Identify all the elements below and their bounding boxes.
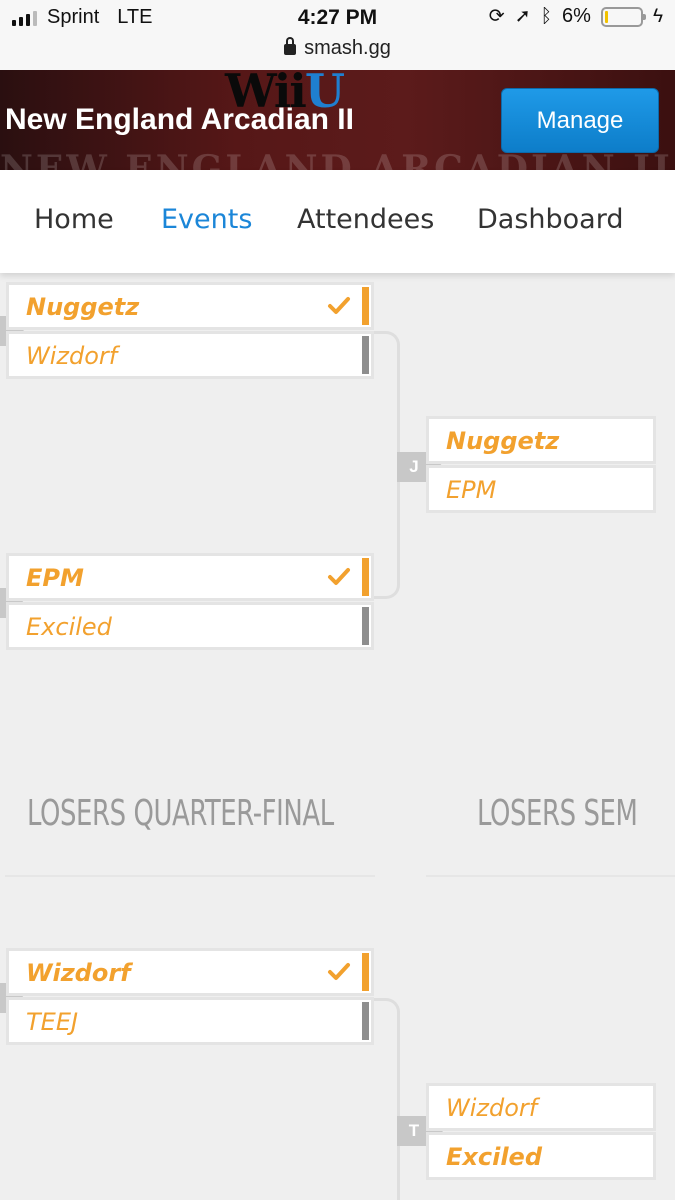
match-slot[interactable]: Nuggetz (426, 416, 656, 464)
bluetooth-icon: ᛒ (540, 5, 553, 27)
checkmark-icon (328, 297, 350, 314)
bracket-match[interactable]: EPM Exciled (6, 553, 374, 653)
bracket-match[interactable]: Wizdorf Exciled (426, 1083, 656, 1183)
charging-icon: ϟ (652, 5, 663, 27)
match-slot[interactable]: TEEJ (6, 997, 374, 1045)
lock-icon (284, 37, 297, 55)
checkmark-icon (328, 568, 350, 585)
checkmark-icon (328, 963, 350, 980)
battery-fill (604, 10, 608, 23)
round-header: LOSERS SEM (477, 793, 638, 834)
match-slot[interactable]: Nuggetz (6, 282, 374, 330)
round-divider (5, 875, 375, 877)
tab-attendees[interactable]: Attendees (297, 204, 434, 235)
match-slot[interactable]: Wizdorf (426, 1083, 656, 1131)
bracket-connector (372, 998, 400, 1200)
battery-icon (600, 6, 646, 27)
player-name: Wizdorf (26, 959, 131, 987)
score-bar (362, 558, 369, 596)
url-text: smash.gg (304, 37, 391, 59)
bracket-connector (372, 331, 400, 599)
bracket-view[interactable]: Nuggetz Wizdorf EPM Exciled J Nuggetz EP… (0, 273, 675, 1200)
manage-button[interactable]: Manage (501, 88, 659, 153)
match-slot[interactable]: EPM (6, 553, 374, 601)
bracket-match[interactable]: Wizdorf TEEJ (6, 948, 374, 1048)
player-name: Wizdorf (446, 1094, 538, 1122)
player-name: Wizdorf (26, 342, 118, 370)
player-name: Exciled (446, 1143, 543, 1171)
player-name: Exciled (26, 613, 112, 641)
player-name: Nuggetz (446, 427, 560, 455)
round-divider (426, 875, 675, 877)
status-right: ⟳ ➚ ᛒ 6% ϟ (489, 5, 663, 28)
location-icon: ➚ (514, 6, 531, 27)
match-slot[interactable]: Wizdorf (6, 948, 374, 996)
match-slot[interactable]: Exciled (6, 602, 374, 650)
url-bar[interactable]: smash.gg (0, 37, 675, 60)
score-bar (362, 607, 369, 645)
player-name: TEEJ (26, 1008, 79, 1036)
bracket-match[interactable]: Nuggetz EPM (426, 416, 656, 516)
bracket-match[interactable]: Nuggetz Wizdorf (6, 282, 374, 382)
score-bar (362, 336, 369, 374)
player-name: EPM (446, 476, 497, 504)
match-slot[interactable]: EPM (426, 465, 656, 513)
battery-percent: 6% (562, 5, 591, 27)
event-banner: WiiU NEW ENGLAND ARCADIAN II New England… (0, 70, 675, 170)
tab-events[interactable]: Events (161, 204, 252, 235)
score-bar (362, 1002, 369, 1040)
match-slot[interactable]: Wizdorf (6, 331, 374, 379)
event-nav: Home Events Attendees Dashboard (0, 170, 675, 273)
tab-dashboard[interactable]: Dashboard (477, 204, 623, 235)
round-header: LOSERS QUARTER-FINAL (27, 793, 334, 834)
tournament-title: New England Arcadian II (5, 103, 354, 136)
status-bar: Sprint LTE 4:27 PM smash.gg ⟳ ➚ ᛒ 6% ϟ (0, 0, 675, 70)
score-bar (362, 953, 369, 991)
match-slot[interactable]: Exciled (426, 1132, 656, 1180)
score-bar (362, 287, 369, 325)
player-name: Nuggetz (26, 293, 140, 321)
player-name: EPM (26, 564, 84, 592)
tab-home[interactable]: Home (34, 204, 114, 235)
rotation-lock-icon: ⟳ (488, 6, 505, 27)
